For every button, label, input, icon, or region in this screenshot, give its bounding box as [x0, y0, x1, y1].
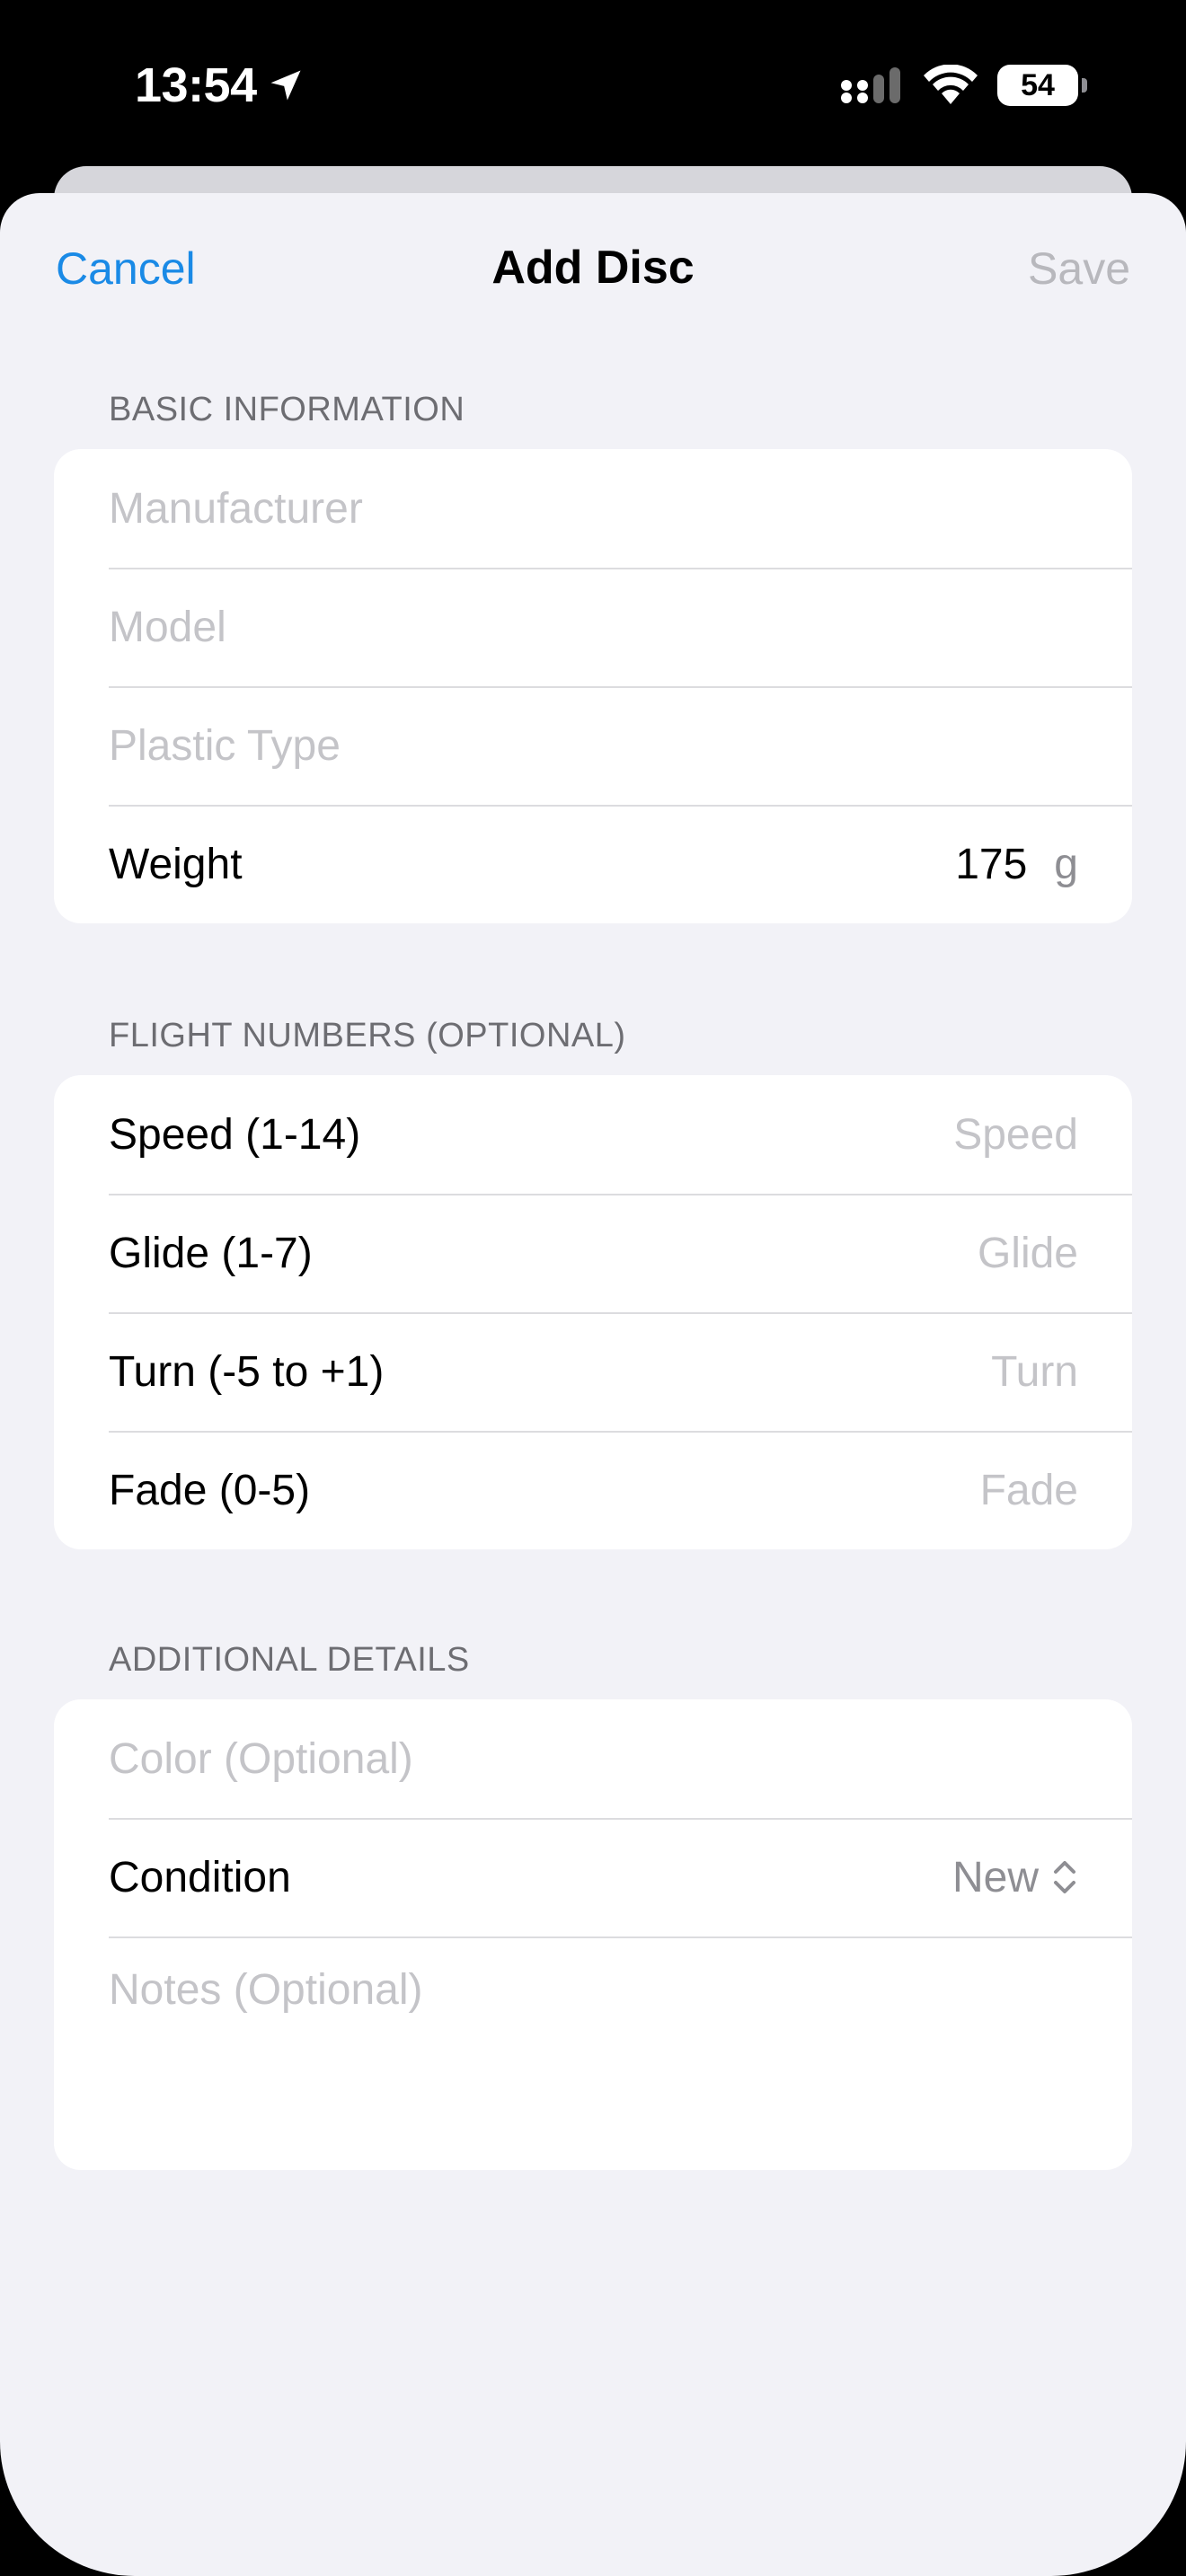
plastic-type-placeholder: Plastic Type	[109, 721, 341, 770]
section-header-details: ADDITIONAL DETAILS	[109, 1641, 470, 1679]
flight-numbers-card: Speed (1-14) Speed Glide (1-7) Glide Tur…	[54, 1075, 1132, 1549]
turn-row: Turn (-5 to +1) Turn	[54, 1312, 1132, 1431]
turn-input[interactable]: Turn	[991, 1347, 1078, 1397]
status-icons: 54	[839, 65, 1087, 106]
speed-label: Speed (1-14)	[109, 1110, 361, 1159]
weight-row: Weight 175 g	[54, 805, 1132, 923]
page-title: Add Disc	[491, 242, 695, 294]
status-bar: 13:54 54	[0, 0, 1186, 171]
glide-label: Glide (1-7)	[109, 1229, 313, 1277]
speed-input[interactable]: Speed	[953, 1110, 1078, 1160]
glide-row: Glide (1-7) Glide	[54, 1194, 1132, 1312]
additional-details-card: Color (Optional) Condition New Notes (Op…	[54, 1699, 1132, 2170]
weight-input[interactable]: 175	[955, 840, 1027, 889]
save-button[interactable]: Save	[1028, 243, 1130, 295]
basic-info-card: Manufacturer Model Plastic Type Weight 1…	[54, 449, 1132, 923]
condition-label: Condition	[109, 1853, 291, 1901]
model-field[interactable]: Model	[54, 568, 1132, 686]
navigation-bar: Cancel Add Disc Save	[0, 193, 1186, 346]
condition-picker[interactable]: New	[952, 1853, 1078, 1902]
condition-value: New	[951, 1853, 1039, 1901]
chevron-up-down-icon	[1054, 1861, 1075, 1893]
manufacturer-field[interactable]: Manufacturer	[54, 449, 1132, 568]
notes-field[interactable]: Notes (Optional)	[54, 1936, 1132, 2170]
manufacturer-placeholder: Manufacturer	[109, 484, 363, 533]
model-placeholder: Model	[109, 603, 226, 651]
battery-level: 54	[1021, 67, 1055, 102]
condition-row: Condition New	[54, 1818, 1132, 1936]
status-time: 13:54	[135, 57, 305, 113]
weight-unit: g	[1054, 840, 1078, 888]
section-header-basic: BASIC INFORMATION	[109, 391, 465, 428]
section-header-flight: FLIGHT NUMBERS (OPTIONAL)	[109, 1017, 626, 1054]
color-placeholder: Color (Optional)	[109, 1734, 413, 1783]
add-disc-sheet: Cancel Add Disc Save BASIC INFORMATION M…	[0, 193, 1186, 2576]
fade-label: Fade (0-5)	[109, 1466, 311, 1514]
glide-input[interactable]: Glide	[978, 1229, 1078, 1278]
turn-label: Turn (-5 to +1)	[109, 1347, 385, 1396]
notes-placeholder: Notes (Optional)	[109, 1966, 423, 2014]
speed-row: Speed (1-14) Speed	[54, 1075, 1132, 1194]
plastic-type-field[interactable]: Plastic Type	[54, 686, 1132, 805]
location-arrow-icon	[270, 70, 301, 101]
battery-icon: 54	[997, 65, 1087, 106]
fade-row: Fade (0-5) Fade	[54, 1431, 1132, 1549]
cellular-signal-icon	[841, 67, 900, 103]
wifi-icon	[924, 65, 978, 104]
status-time-text: 13:54	[135, 58, 257, 112]
fade-input[interactable]: Fade	[980, 1466, 1078, 1515]
color-field[interactable]: Color (Optional)	[54, 1699, 1132, 1818]
weight-label: Weight	[109, 840, 243, 888]
